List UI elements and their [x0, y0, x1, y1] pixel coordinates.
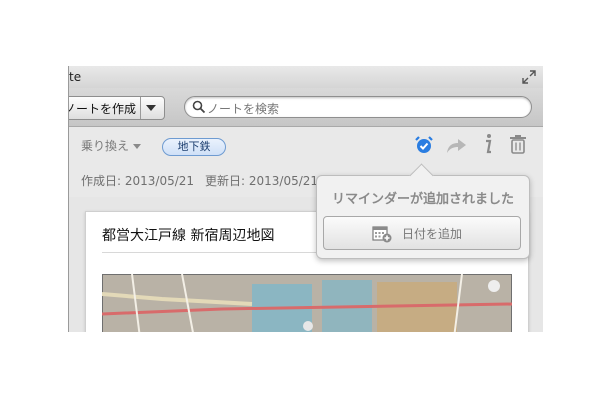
chevron-down-icon[interactable] [146, 105, 156, 111]
calendar-add-icon [372, 226, 392, 243]
trash-icon[interactable] [509, 134, 527, 154]
window-title: te [69, 70, 82, 84]
tag-chip[interactable]: 地下鉄 [162, 138, 226, 156]
notebook-selector[interactable]: 乗り換え [81, 137, 142, 154]
notebook-name: 乗り換え [81, 139, 130, 153]
map-image [102, 274, 512, 332]
note-title[interactable]: 都営大江戸線 新宿周辺地図 [102, 225, 274, 245]
updated-date: 更新日: 2013/05/21 [205, 174, 319, 188]
chevron-down-icon [133, 144, 142, 149]
info-icon[interactable] [481, 133, 495, 155]
new-note-divider [140, 97, 141, 119]
alarm-clock-icon[interactable] [414, 135, 434, 155]
search-input[interactable]: ノートを検索 [184, 96, 532, 118]
fullscreen-icon[interactable] [521, 69, 537, 85]
add-date-label: 日付を追加 [402, 227, 463, 241]
reminder-popover: リマインダーが追加されました 日付を追加 [316, 163, 530, 259]
created-date: 作成日: 2013/05/21 [81, 174, 195, 188]
search-icon [192, 100, 206, 114]
reminder-added-message: リマインダーが追加されました [331, 192, 514, 207]
add-date-button[interactable]: 日付を追加 [323, 216, 521, 250]
new-note-label: ノートを作成 [68, 102, 137, 116]
title-bar: te [69, 66, 543, 88]
share-arrow-icon[interactable] [445, 137, 467, 155]
new-note-button[interactable]: ノートを作成 [68, 96, 165, 120]
search-placeholder: ノートを検索 [207, 102, 280, 116]
main-toolbar: ノートを作成 ノートを検索 [69, 88, 543, 127]
